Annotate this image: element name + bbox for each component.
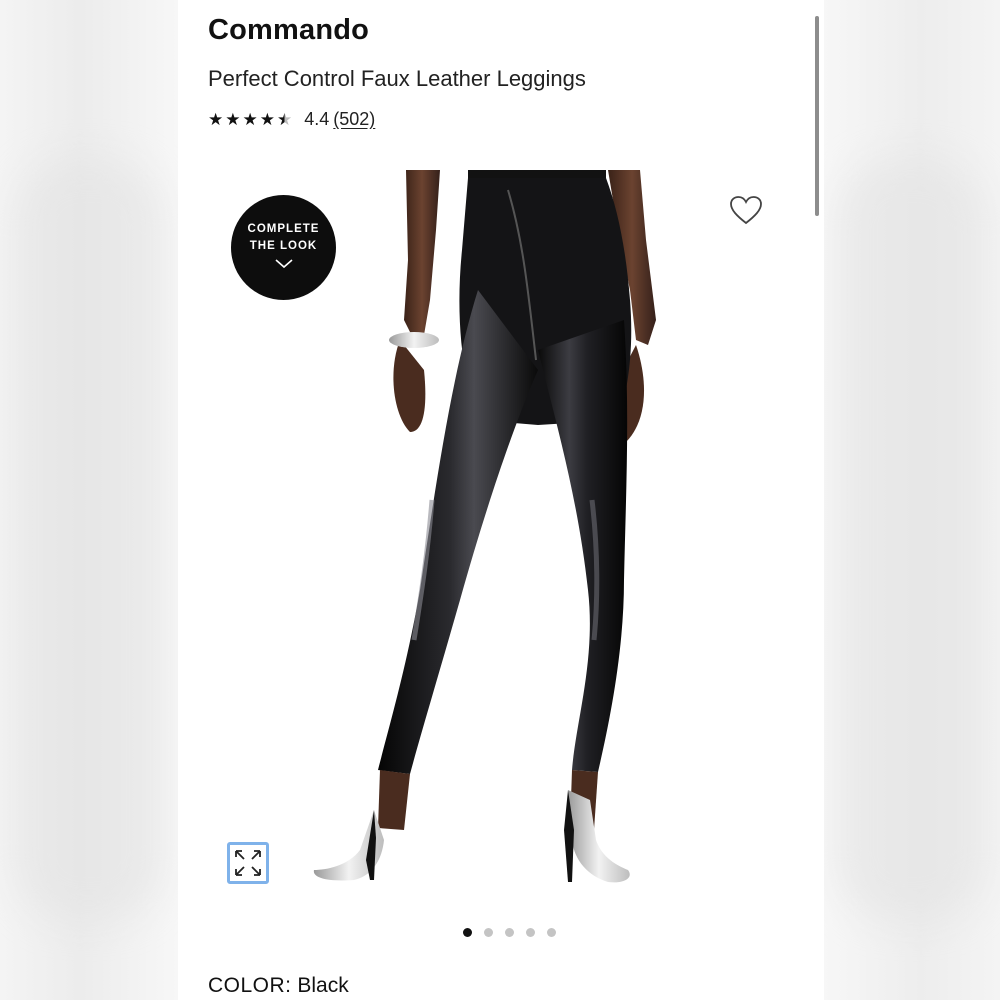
star-icon: ★ xyxy=(208,110,224,129)
color-label: COLOR: xyxy=(208,974,292,997)
carousel-dot[interactable] xyxy=(546,928,556,937)
favorite-button[interactable] xyxy=(726,192,766,228)
carousel-dot[interactable] xyxy=(525,928,535,937)
half-star-icon: ★ xyxy=(277,110,293,129)
badge-line-2: THE LOOK xyxy=(249,239,318,252)
star-icon: ★ xyxy=(259,110,275,129)
expand-image-button[interactable] xyxy=(227,842,269,884)
product-panel: Commando Perfect Control Faux Leather Le… xyxy=(178,0,824,1000)
carousel-dots xyxy=(178,928,824,937)
review-count-link[interactable]: (502) xyxy=(333,109,375,130)
product-image-gallery[interactable]: COMPLETE THE LOOK xyxy=(178,170,824,908)
product-title: Perfect Control Faux Leather Leggings xyxy=(208,66,586,91)
star-icon: ★ xyxy=(242,110,258,129)
carousel-dot[interactable] xyxy=(462,928,472,937)
carousel-dot[interactable] xyxy=(504,928,514,937)
carousel-dot[interactable] xyxy=(483,928,493,937)
color-selection: COLOR: Black xyxy=(208,974,349,998)
right-backdrop xyxy=(824,0,1000,1000)
expand-icon xyxy=(235,850,261,876)
left-backdrop xyxy=(0,0,178,1000)
brand-name[interactable]: Commando xyxy=(208,14,369,47)
star-icon: ★ xyxy=(225,110,241,129)
badge-line-1: COMPLETE xyxy=(247,222,320,235)
chevron-down-icon xyxy=(274,258,293,275)
rating-summary[interactable]: ★ ★ ★ ★ ★ 4.4 (502) xyxy=(208,109,375,130)
scrollbar-thumb[interactable] xyxy=(815,16,819,216)
color-value: Black xyxy=(297,974,349,997)
star-rating: ★ ★ ★ ★ ★ xyxy=(208,111,292,128)
rating-value: 4.4 xyxy=(304,109,330,129)
heart-icon xyxy=(730,196,762,225)
complete-the-look-button[interactable]: COMPLETE THE LOOK xyxy=(231,195,336,300)
